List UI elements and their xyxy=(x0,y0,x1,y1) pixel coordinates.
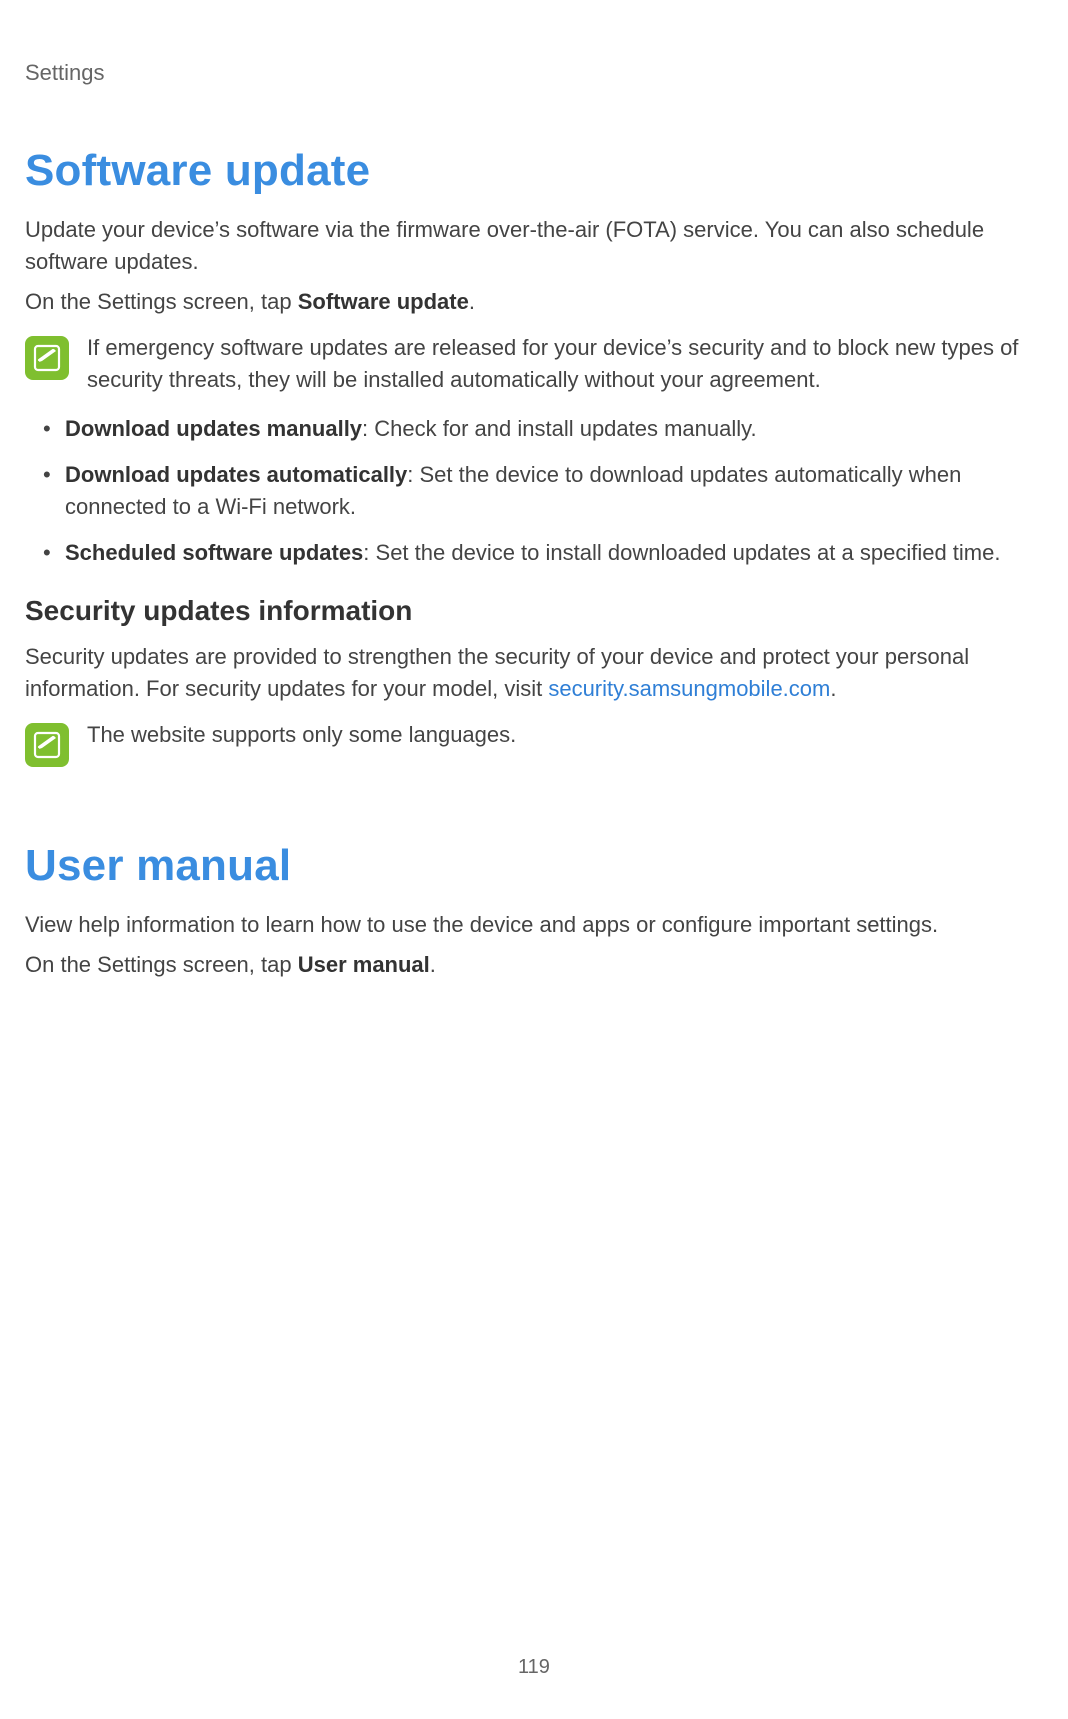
security-updates-text: Security updates are provided to strengt… xyxy=(25,641,1043,705)
nav-prefix: On the Settings screen, tap xyxy=(25,289,298,314)
user-manual-nav: On the Settings screen, tap User manual. xyxy=(25,949,1043,981)
page-number: 119 xyxy=(0,1656,1068,1679)
note-website-languages: The website supports only some languages… xyxy=(25,719,1043,767)
nav-suffix: . xyxy=(430,952,436,977)
list-item: Scheduled software updates: Set the devi… xyxy=(25,537,1043,569)
user-manual-title: User manual xyxy=(25,841,1043,891)
software-update-title: Software update xyxy=(25,146,1043,196)
security-link[interactable]: security.samsungmobile.com xyxy=(548,676,830,701)
user-manual-intro: View help information to learn how to us… xyxy=(25,909,1043,941)
note-icon xyxy=(25,336,69,380)
bullet-desc: : Check for and install updates manually… xyxy=(362,416,757,441)
security-text-suffix: . xyxy=(830,676,836,701)
manual-page: Settings Software update Update your dev… xyxy=(0,0,1068,1719)
bullet-label: Scheduled software updates xyxy=(65,540,363,565)
note-emergency-updates: If emergency software updates are releas… xyxy=(25,332,1043,396)
security-updates-heading: Security updates information xyxy=(25,595,1043,627)
list-item: Download updates automatically: Set the … xyxy=(25,459,1043,523)
bullet-label: Download updates automatically xyxy=(65,462,407,487)
software-update-bullets: Download updates manually: Check for and… xyxy=(25,413,1043,569)
note-text: The website supports only some languages… xyxy=(87,719,516,751)
nav-bold: Software update xyxy=(298,289,469,314)
nav-suffix: . xyxy=(469,289,475,314)
software-update-intro: Update your device’s software via the fi… xyxy=(25,214,1043,278)
note-icon xyxy=(25,723,69,767)
list-item: Download updates manually: Check for and… xyxy=(25,413,1043,445)
breadcrumb: Settings xyxy=(25,60,1043,86)
bullet-desc: : Set the device to install downloaded u… xyxy=(363,540,1000,565)
bullet-label: Download updates manually xyxy=(65,416,362,441)
nav-bold: User manual xyxy=(298,952,430,977)
note-text: If emergency software updates are releas… xyxy=(87,332,1043,396)
software-update-nav: On the Settings screen, tap Software upd… xyxy=(25,286,1043,318)
nav-prefix: On the Settings screen, tap xyxy=(25,952,298,977)
